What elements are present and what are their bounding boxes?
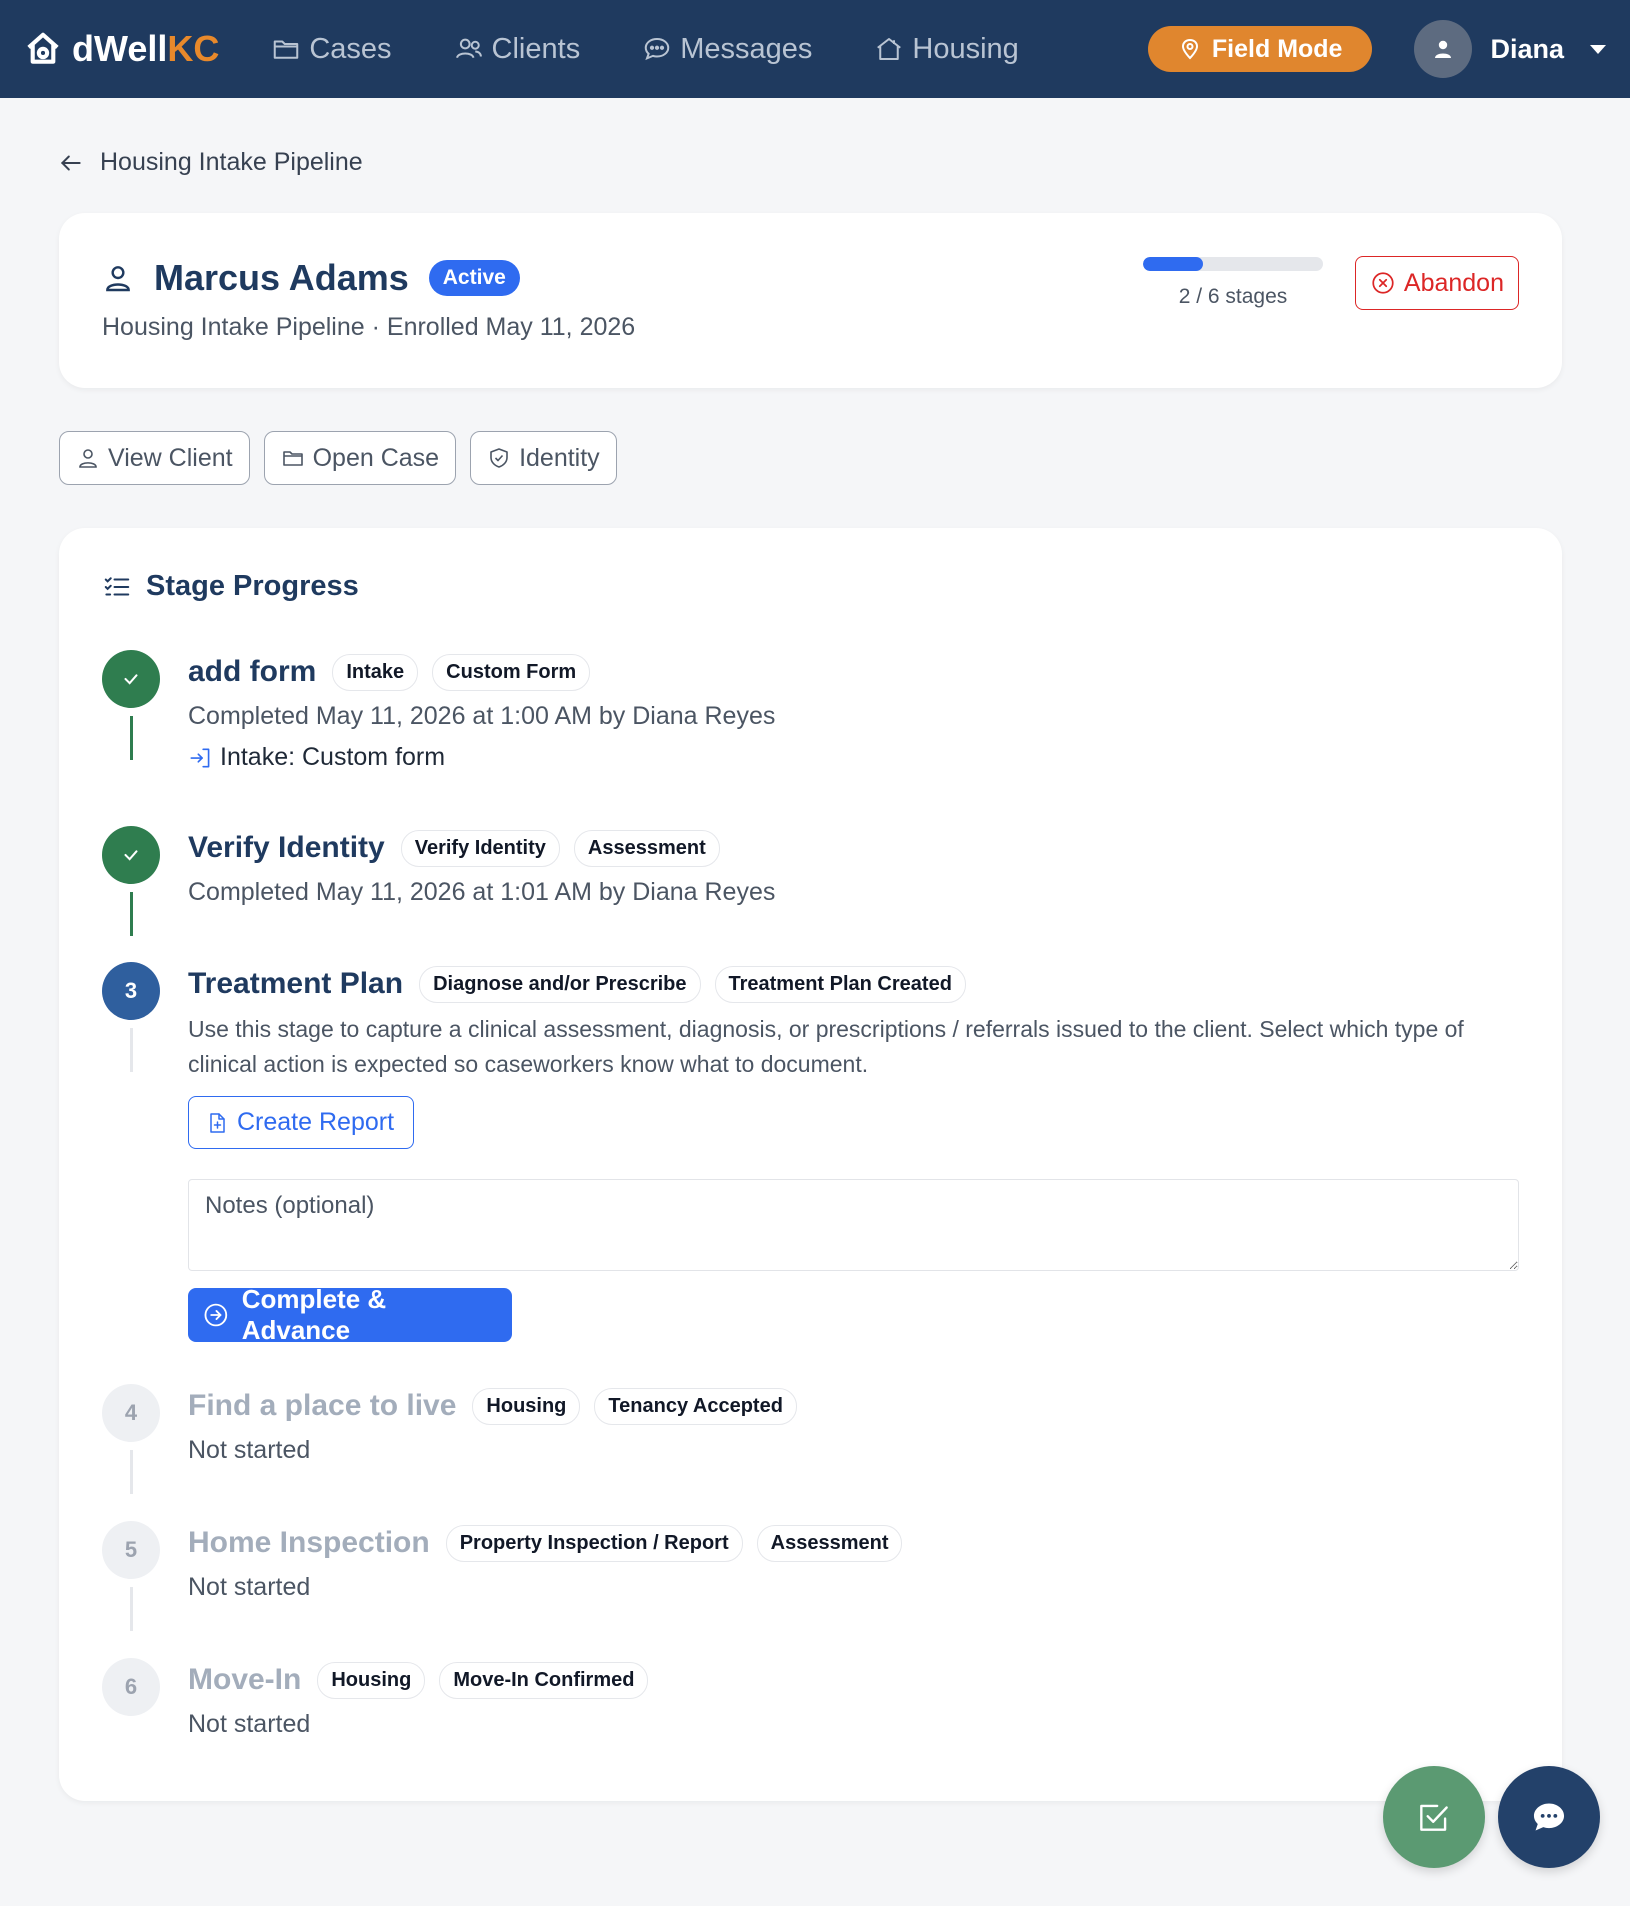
check-icon <box>124 674 138 685</box>
stage-number-marker: 5 <box>102 1521 160 1579</box>
breadcrumb-label: Housing Intake Pipeline <box>100 148 363 176</box>
stage-number-marker: 4 <box>102 1384 160 1442</box>
stage-tag: Verify Identity <box>400 829 560 867</box>
arrow-right-circle-icon <box>204 1303 228 1327</box>
user-outline-icon <box>79 449 97 468</box>
nav-messages[interactable]: Messages <box>642 33 812 66</box>
stage-progress-indicator: 2 / 6 stages <box>1143 257 1323 309</box>
stage-tag: Assessment <box>756 1524 903 1562</box>
stage-tag: Move-In Confirmed <box>439 1661 649 1699</box>
stage-progress-heading: Stage Progress <box>102 570 359 603</box>
stage-name: Find a place to live <box>188 1389 457 1422</box>
brand-accent: KC <box>167 28 220 69</box>
stage-name: Move-In <box>188 1663 302 1696</box>
nav-housing[interactable]: Housing <box>874 33 1019 66</box>
list-checks-icon <box>104 576 130 595</box>
stage-name: Home Inspection <box>188 1526 430 1559</box>
stage-completed-meta: Completed May 11, 2026 at 1:00 AM by Dia… <box>188 702 776 730</box>
stage-connector <box>130 716 133 760</box>
progress-bar <box>1143 257 1323 271</box>
stage-name: Verify Identity <box>188 831 385 864</box>
stage-tag: Property Inspection / Report <box>445 1524 743 1562</box>
sign-in-icon <box>190 748 210 767</box>
stage-progress-card: Stage Progress add form Intake Custom Fo… <box>59 528 1562 1801</box>
avatar <box>1414 20 1473 78</box>
brand-logo[interactable]: dWellKC <box>24 28 219 70</box>
stage-description: Use this stage to capture a clinical ass… <box>188 1016 1464 1077</box>
folder-icon <box>282 451 303 466</box>
stage-complete-marker <box>102 826 160 884</box>
file-plus-icon <box>210 1112 225 1133</box>
stage-item-move-in: 6 Move-In Housing Move-In Confirmed Not … <box>102 1658 1519 1768</box>
stage-number-marker: 6 <box>102 1658 160 1716</box>
nav-clients[interactable]: Clients <box>454 33 580 66</box>
stage-connector <box>130 1028 133 1072</box>
stage-status: Not started <box>188 1710 311 1738</box>
abandon-button[interactable]: Abandon <box>1354 256 1519 310</box>
stage-complete-marker <box>102 650 160 708</box>
nav-cases[interactable]: Cases <box>271 33 392 66</box>
stage-tag: Housing <box>472 1387 581 1425</box>
stage-status: Not started <box>188 1573 311 1601</box>
top-navbar: dWellKC Cases Clients Messages Housing F… <box>0 0 1630 98</box>
progress-fill <box>1143 257 1203 271</box>
complete-advance-button[interactable]: Complete & Advance <box>188 1284 512 1345</box>
stage-item-find-place: 4 Find a place to live Housing Tenancy A… <box>102 1384 1519 1504</box>
chevron-down-icon <box>1590 44 1606 54</box>
stage-tag: Custom Form <box>432 653 591 691</box>
progress-text: 2 / 6 stages <box>1178 285 1288 308</box>
stage-number-marker: 3 <box>102 962 160 1020</box>
identity-button[interactable]: Identity <box>470 431 617 485</box>
arrow-left-icon <box>60 155 81 170</box>
house-icon <box>877 38 902 60</box>
users-icon <box>455 38 482 59</box>
notes-textarea[interactable] <box>188 1179 1519 1271</box>
x-circle-icon <box>1372 272 1394 294</box>
stage-name: Treatment Plan <box>188 967 404 1000</box>
check-icon <box>124 850 138 861</box>
stage-tag: Treatment Plan Created <box>714 965 966 1003</box>
house-logo-icon <box>27 32 59 64</box>
map-pin-icon <box>1181 38 1198 60</box>
stage-item-treatment-plan: 3 Treatment Plan Diagnose and/or Prescri… <box>102 962 1519 1362</box>
field-mode-button[interactable]: Field Mode <box>1147 26 1373 72</box>
stage-tag: Tenancy Accepted <box>594 1387 797 1425</box>
shield-check-icon <box>490 448 508 468</box>
tasks-fab-button[interactable] <box>1383 1766 1485 1868</box>
checkbox-icon <box>1420 1804 1448 1831</box>
user-outline-icon <box>106 266 130 292</box>
stage-tag: Diagnose and/or Prescribe <box>419 965 701 1003</box>
open-case-button[interactable]: Open Case <box>263 431 457 485</box>
breadcrumb[interactable]: Housing Intake Pipeline <box>58 148 363 177</box>
client-header-card: Marcus Adams Active Housing Intake Pipel… <box>59 213 1562 388</box>
stage-item-add-form: add form Intake Custom Form Completed Ma… <box>102 650 1519 810</box>
stage-tag: Housing <box>317 1661 426 1699</box>
folder-icon <box>274 40 299 59</box>
status-badge: Active <box>428 260 520 296</box>
stage-intake-link[interactable]: Intake: Custom form <box>188 743 1519 772</box>
stage-status: Not started <box>188 1436 311 1464</box>
stage-connector <box>130 1587 133 1631</box>
chat-bubble-icon <box>644 37 670 61</box>
stage-name: add form <box>188 655 317 688</box>
enrollment-subtitle: Housing Intake Pipeline · Enrolled May 1… <box>102 313 636 341</box>
brand-name: dWell <box>72 28 168 69</box>
stage-item-verify-identity: Verify Identity Verify Identity Assessme… <box>102 826 1519 946</box>
client-name: Marcus Adams <box>154 257 409 298</box>
person-icon <box>1435 40 1452 58</box>
create-report-button[interactable]: Create Report <box>188 1096 414 1149</box>
stage-connector <box>130 1450 133 1494</box>
chat-bubble-icon <box>1533 1803 1565 1831</box>
stage-tag: Assessment <box>573 829 720 867</box>
stage-tag: Intake <box>332 653 419 691</box>
view-client-button[interactable]: View Client <box>59 431 250 485</box>
stage-connector <box>130 892 133 936</box>
chat-fab-button[interactable] <box>1498 1766 1600 1868</box>
stage-item-home-inspection: 5 Home Inspection Property Inspection / … <box>102 1521 1519 1641</box>
user-name: Diana <box>1490 33 1564 64</box>
action-buttons: View Client Open Case Identity <box>59 431 617 485</box>
user-menu[interactable]: Diana <box>1414 20 1606 78</box>
stage-completed-meta: Completed May 11, 2026 at 1:01 AM by Dia… <box>188 878 776 906</box>
